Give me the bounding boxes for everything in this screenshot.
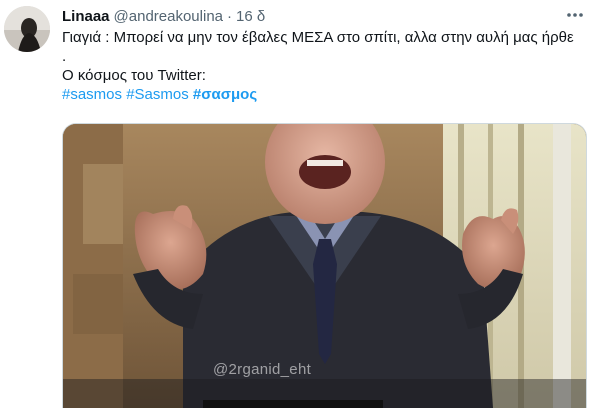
hashtag-link[interactable]: #sasmos: [62, 86, 122, 103]
display-name[interactable]: Linaaa: [62, 8, 110, 25]
more-options-button[interactable]: [560, 4, 590, 26]
hashtag-link[interactable]: #σασμος: [193, 86, 257, 103]
avatar[interactable]: [4, 6, 50, 52]
more-horizontal-icon: [567, 13, 583, 17]
tweet-header: Linaaa @andreakoulina · 16 δ: [62, 6, 265, 26]
tweet-text-line: Γιαγιά : Μπορεί να μην τον έβαλες ΜΕΣΑ σ…: [62, 29, 574, 65]
tweet-text-line: Ο κόσμος του Twitter:: [62, 67, 206, 84]
avatar-image: [4, 6, 50, 52]
timestamp[interactable]: 16 δ: [236, 8, 265, 25]
media-watermark: @2rganid_eht: [213, 361, 312, 378]
tweet[interactable]: Linaaa @andreakoulina · 16 δ Γιαγιά : Μπ…: [0, 0, 600, 408]
hashtag-line: #sasmos #Sasmos #σασμος: [62, 85, 582, 104]
separator-dot: ·: [227, 7, 232, 25]
hashtag-link[interactable]: #Sasmos: [126, 86, 189, 103]
tweet-text: Γιαγιά : Μπορεί να μην τον έβαλες ΜΕΣΑ σ…: [62, 28, 582, 104]
user-handle[interactable]: @andreakoulina: [114, 8, 223, 25]
tweet-media[interactable]: @2rganid_eht: [62, 123, 587, 408]
media-image: [63, 124, 586, 408]
